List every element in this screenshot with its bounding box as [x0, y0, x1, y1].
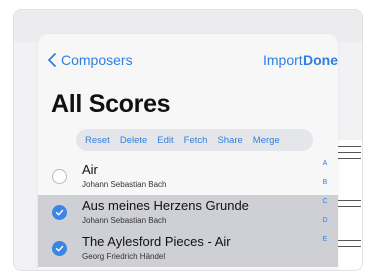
edit-button[interactable]: Edit [157, 135, 173, 146]
index-letter-a[interactable]: A [320, 160, 330, 179]
score-row-air[interactable]: Air Johann Sebastian Bach [38, 159, 338, 195]
section-index: A B C D E [320, 160, 330, 255]
score-title: The Aylesford Pieces - Air [82, 234, 231, 249]
index-letter-e[interactable]: E [320, 236, 330, 255]
score-composer: Georg Friedrich Händel [82, 252, 166, 261]
back-button[interactable]: Composers [48, 52, 133, 68]
scores-popover: Composers Import Done All Scores Reset D… [38, 34, 338, 270]
score-row-aylesford-pieces-air[interactable]: The Aylesford Pieces - Air Georg Friedri… [38, 231, 338, 267]
fetch-button[interactable]: Fetch [184, 135, 208, 146]
reset-button[interactable]: Reset [85, 135, 110, 146]
score-composer: Johann Sebastian Bach [82, 180, 167, 189]
delete-button[interactable]: Delete [120, 135, 147, 146]
score-title: Air [82, 162, 98, 177]
import-button[interactable]: Import [263, 52, 303, 68]
chevron-left-icon [48, 53, 56, 67]
merge-button[interactable]: Merge [253, 135, 280, 146]
unselected-circle-icon[interactable] [52, 169, 67, 184]
navigation-bar: Composers Import Done [38, 52, 338, 72]
index-letter-d[interactable]: D [320, 217, 330, 236]
checkmark-icon[interactable] [52, 205, 67, 220]
edit-toolbar: Reset Delete Edit Fetch Share Merge [76, 129, 313, 151]
done-button[interactable]: Done [303, 52, 338, 68]
share-button[interactable]: Share [217, 135, 242, 146]
checkmark-icon[interactable] [52, 241, 67, 256]
score-composer: Johann Sebastian Bach [82, 216, 167, 225]
page-title: All Scores [51, 90, 171, 118]
app-frame: Composers Import Done All Scores Reset D… [13, 9, 363, 271]
back-label: Composers [61, 52, 133, 68]
score-title: Aus meines Herzens Grunde [82, 198, 249, 213]
index-letter-b[interactable]: B [320, 179, 330, 198]
score-row-aus-meines-herzens-grunde[interactable]: Aus meines Herzens Grunde Johann Sebasti… [38, 195, 338, 231]
index-letter-c[interactable]: C [320, 198, 330, 217]
